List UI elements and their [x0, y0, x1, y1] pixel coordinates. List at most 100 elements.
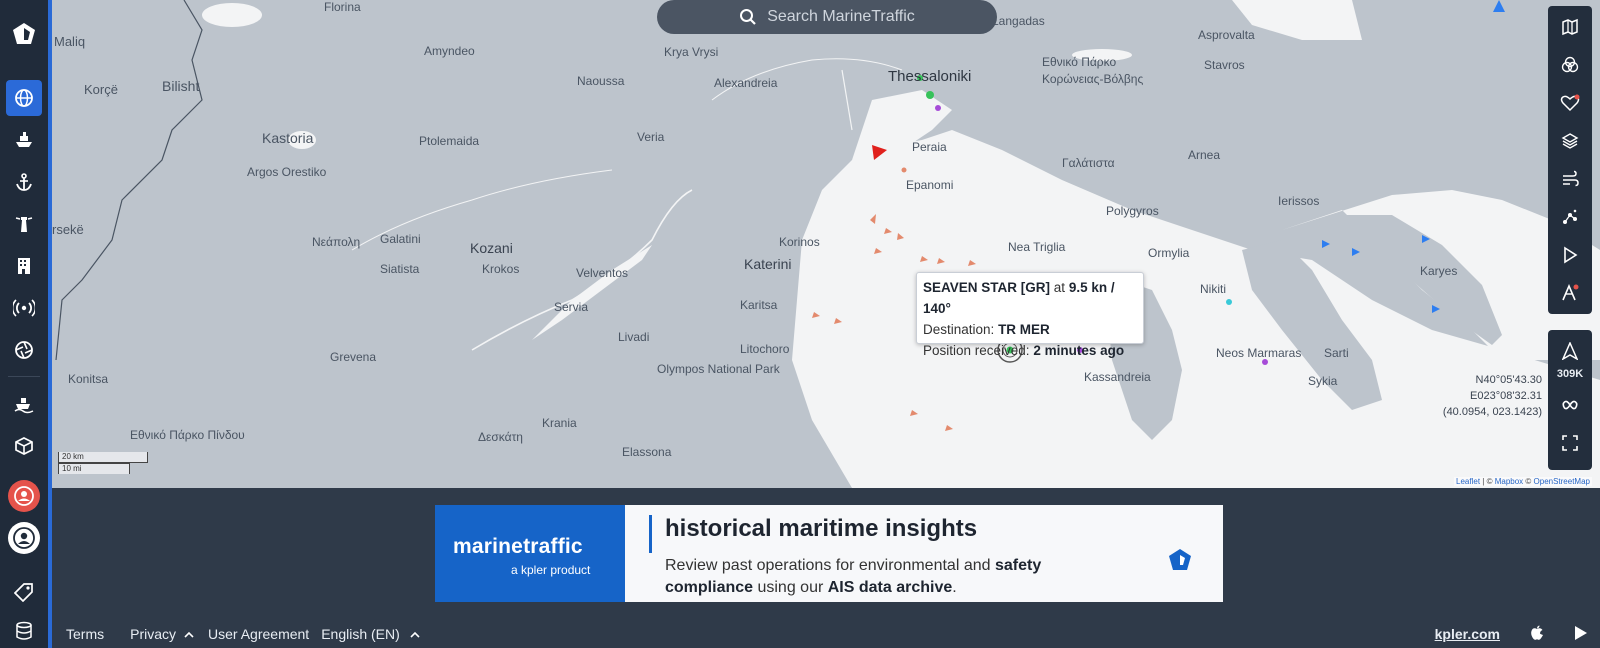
ports-anchor-icon[interactable] — [6, 164, 42, 200]
language-chevron-up-icon[interactable] — [410, 626, 420, 642]
map-scale: 20 km 10 mi — [58, 452, 148, 474]
ad-body-bold-2: compliance — [665, 579, 754, 596]
map-label-katerini: Katerini — [744, 256, 792, 272]
google-play-icon[interactable] — [1574, 625, 1588, 644]
map-label-kastoria: Kastoria — [262, 130, 314, 146]
ad-body-bold-3: AIS data archive — [827, 579, 953, 596]
cargo-box-icon[interactable] — [6, 428, 42, 464]
scale-km: 20 km — [58, 452, 148, 463]
tooltip-position-time: 2 minutes ago — [1033, 343, 1125, 358]
search-placeholder: Search MarineTraffic — [767, 8, 915, 25]
map-label-livadi: Livadi — [618, 330, 650, 344]
search-bar[interactable]: Search MarineTraffic — [657, 0, 997, 34]
weather-wind-icon[interactable] — [1552, 162, 1588, 196]
routing-icon[interactable] — [1552, 276, 1588, 310]
map-tools-toolbar — [1548, 6, 1592, 314]
vessel-tooltip: SEAVEN STAR [GR] at 9.5 kn / 140° Destin… — [916, 272, 1144, 358]
footer-language-select[interactable]: English (EN) — [321, 626, 400, 642]
ad-brand-sub: a kpler product — [511, 563, 591, 577]
ad-divider — [649, 515, 652, 553]
lighthouse-icon[interactable] — [6, 206, 42, 242]
map-type-icon[interactable] — [1552, 10, 1588, 44]
ais-stations-antenna-icon[interactable] — [6, 290, 42, 326]
map-label-deskati: Δεσκάτη — [478, 430, 523, 444]
play-track-icon[interactable] — [1552, 238, 1588, 272]
kpler-link[interactable]: kpler.com — [1435, 626, 1500, 642]
mapbox-link[interactable]: Mapbox — [1495, 477, 1523, 486]
ad-body-text-3: . — [952, 579, 957, 596]
footer-terms-link[interactable]: Terms — [66, 626, 104, 642]
map-label-siatista: Siatista — [380, 262, 420, 276]
coord-lat: N40°05'43.30 — [1475, 374, 1542, 386]
map-label-litochoro: Litochoro — [740, 342, 790, 356]
filters-venn-icon[interactable] — [1552, 48, 1588, 82]
map-label-veria: Veria — [637, 130, 665, 144]
map-label-polygyros: Polygyros — [1106, 204, 1159, 218]
fullscreen-icon[interactable] — [1552, 426, 1588, 460]
voyages-ship-icon[interactable] — [6, 386, 42, 422]
photos-aperture-icon[interactable] — [6, 332, 42, 368]
attribution-sep-1: | © — [1480, 477, 1495, 486]
apple-icon[interactable] — [1530, 625, 1544, 644]
map-label-krya-vrysi: Krya Vrysi — [664, 45, 719, 59]
map-label-alexandreia: Alexandreia — [714, 76, 778, 90]
map-label-krokos: Krokos — [482, 262, 520, 276]
map-label-karyes: Karyes — [1420, 264, 1458, 278]
left-sidebar — [0, 0, 52, 648]
tooltip-at: at — [1053, 280, 1066, 295]
pricing-tag-icon[interactable] — [6, 574, 42, 610]
live-map-globe-icon[interactable] — [6, 80, 42, 116]
chevron-up-icon[interactable] — [184, 626, 194, 642]
map-label-peraia: Peraia — [912, 140, 947, 154]
vessel-count-arrow-icon[interactable] — [1552, 334, 1588, 368]
footer-user-agreement-link[interactable]: User Agreement — [208, 626, 309, 642]
map-label-amyndeo: Amyndeo — [424, 44, 475, 58]
map-label-servia: Servia — [554, 300, 589, 314]
map-label-maliq: Maliq — [54, 34, 86, 49]
map-label-kassandreia: Kassandreia — [1084, 370, 1151, 384]
infinity-icon[interactable] — [1552, 388, 1588, 422]
map-label-ptolemaida: Ptolemaida — [419, 134, 480, 148]
marinetraffic-logo-icon[interactable] — [6, 16, 42, 52]
map-secondary-toolbar: 309K — [1548, 330, 1592, 470]
map-label-sykia: Sykia — [1308, 374, 1338, 388]
footer-right: kpler.com — [1421, 620, 1600, 648]
attribution-sep-2: © — [1523, 477, 1534, 486]
vessel-count: 309K — [1556, 368, 1584, 380]
map-label-national-park-pindos: Εθνικό Πάρκο Πίνδου — [130, 428, 245, 442]
tooltip-position-label: Position received: — [923, 343, 1030, 358]
map-label-argos-orestiko: Argos Orestiko — [247, 165, 327, 179]
layers-icon[interactable] — [1552, 124, 1588, 158]
map-label-neapoli: Νεάπολη — [312, 235, 361, 249]
map-basemap — [55, 0, 1600, 488]
live-map[interactable]: Florina Maliq Amyndeo Krya Vrysi Korçë B… — [52, 0, 1600, 488]
map-label-ormylia: Ormylia — [1148, 246, 1190, 260]
map-label-korinos: Korinos — [779, 235, 820, 249]
map-label-nikiti: Nikiti — [1200, 282, 1226, 296]
map-label-asprovalta: Asprovalta — [1198, 28, 1255, 42]
ad-brand-block: marinetraffic a kpler product — [435, 505, 625, 602]
scale-mi: 10 mi — [58, 463, 130, 474]
map-label-langadas: Langadas — [992, 14, 1045, 28]
map-label-naoussa: Naoussa — [577, 74, 625, 88]
map-label-thessaloniki: Thessaloniki — [888, 68, 972, 85]
cursor-coordinates: N40°05'43.30 E023°08'32.31 (40.0954, 023… — [1443, 372, 1542, 420]
measure-tool-icon[interactable] — [1552, 200, 1588, 234]
map-label-arnea: Arnea — [1188, 148, 1221, 162]
coord-decimal: (40.0954, 023.1423) — [1442, 406, 1542, 418]
account-alert-icon[interactable] — [6, 478, 42, 514]
my-fleet-heart-icon[interactable] — [1552, 86, 1588, 120]
ad-brand-name: marinetraffic — [453, 535, 583, 558]
user-profile-icon[interactable] — [6, 520, 42, 556]
vessels-ship-icon[interactable] — [6, 122, 42, 158]
openstreetmap-link[interactable]: OpenStreetMap — [1534, 477, 1590, 486]
footer-privacy-link[interactable]: Privacy — [130, 626, 176, 642]
map-label-karitsa: Karitsa — [740, 298, 778, 312]
database-icon[interactable] — [6, 618, 42, 644]
ad-banner[interactable]: marinetraffic a kpler product historical… — [435, 505, 1223, 602]
footer: Terms Privacy User Agreement English (EN… — [52, 620, 1600, 648]
map-label-krania: Krania — [542, 416, 577, 430]
map-label-erseke: rsekë — [52, 222, 84, 237]
companies-building-icon[interactable] — [6, 248, 42, 284]
leaflet-link[interactable]: Leaflet — [1456, 477, 1480, 486]
